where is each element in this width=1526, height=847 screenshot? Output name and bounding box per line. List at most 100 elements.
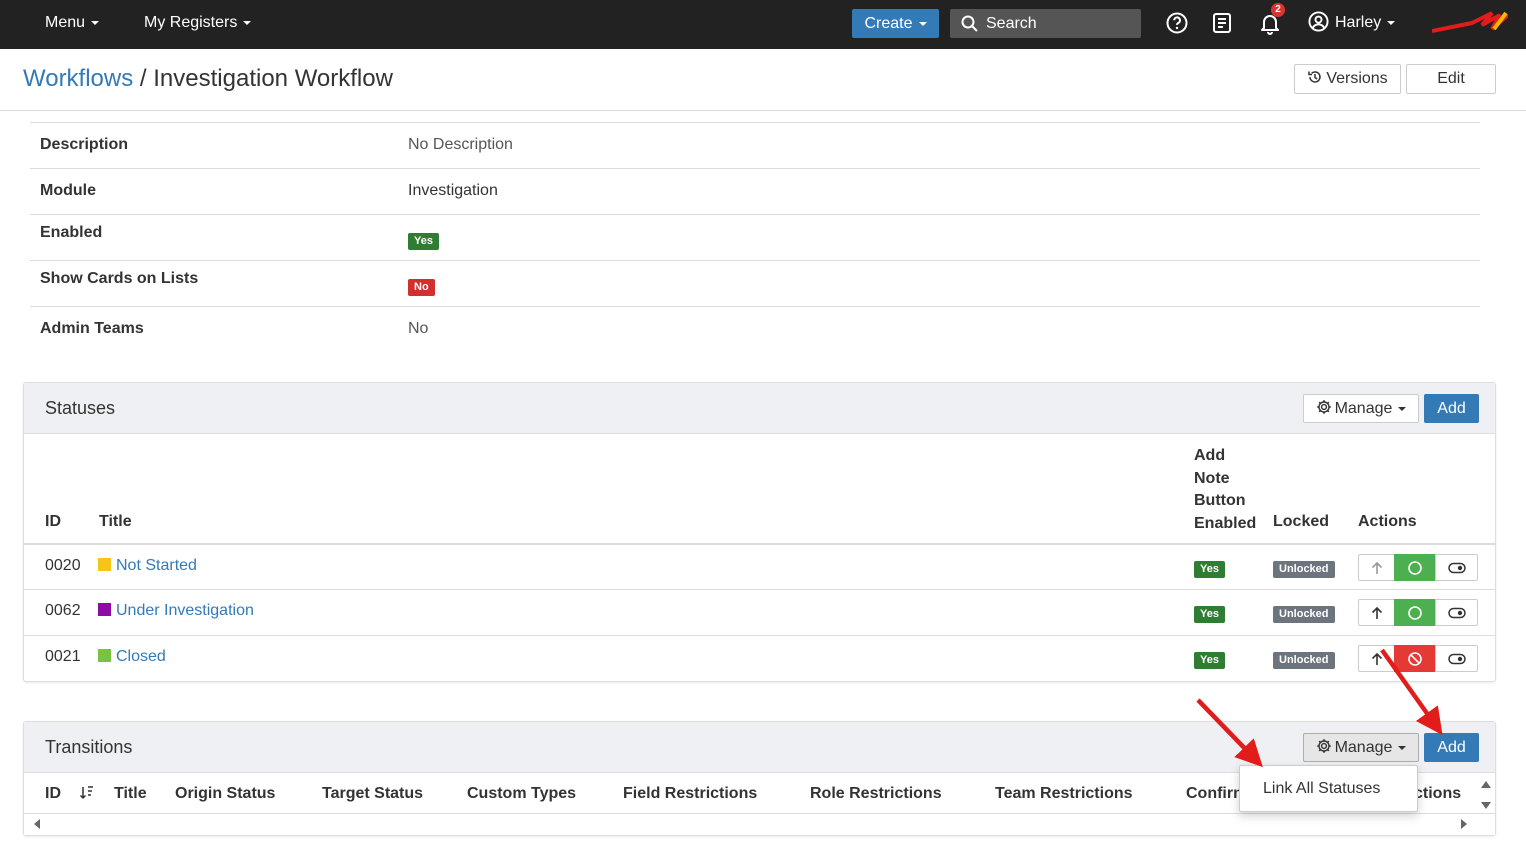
column-header-custom-types[interactable]: Custom Types — [467, 785, 576, 803]
user-menu[interactable]: Harley — [1308, 0, 1396, 45]
column-header-origin-status[interactable]: Origin Status — [175, 785, 275, 803]
header-line: Button — [1194, 492, 1246, 509]
table-row: 0062 Under Investigation Yes Unlocked — [24, 589, 1495, 635]
transitions-title: Transitions — [45, 737, 133, 757]
column-header-target-status[interactable]: Target Status — [322, 785, 423, 803]
header-line: Add — [1194, 447, 1226, 464]
state-toggle-button[interactable] — [1394, 599, 1436, 626]
visibility-toggle-button[interactable] — [1435, 645, 1478, 672]
detail-row-module: Module Investigation — [30, 168, 1480, 214]
statuses-title: Statuses — [45, 398, 116, 418]
notification-badge: 2 — [1271, 3, 1285, 17]
move-up-button[interactable] — [1358, 645, 1395, 672]
status-title[interactable]: Not Started — [98, 557, 197, 575]
statuses-add-button[interactable]: Add — [1424, 394, 1479, 423]
page-title: Investigation Workflow — [153, 65, 393, 92]
page-header: Workflows / Investigation Workflow Versi… — [0, 49, 1526, 111]
menu-label: Menu — [45, 14, 86, 31]
state-toggle-button[interactable] — [1394, 554, 1436, 581]
history-icon — [1308, 71, 1322, 83]
column-header-confirm[interactable]: Confirn — [1186, 785, 1243, 803]
caret-down-icon — [1387, 20, 1396, 25]
column-header-actions: ctions — [1414, 785, 1462, 802]
visibility-toggle-button[interactable] — [1435, 599, 1478, 626]
add-note-badge: Yes — [1194, 561, 1225, 578]
caret-down-icon — [1398, 745, 1407, 750]
notes-icon[interactable] — [1210, 11, 1234, 35]
header-line: Note — [1194, 469, 1230, 487]
detail-label: Description — [40, 136, 129, 153]
scroll-left-icon[interactable] — [32, 818, 42, 830]
my-registers-dropdown[interactable]: My Registers — [144, 0, 252, 45]
arrow-up-icon — [1371, 606, 1382, 619]
statuses-manage-button[interactable]: Manage — [1303, 394, 1419, 423]
horizontal-scrollbar[interactable] — [24, 813, 1495, 835]
statuses-panel: Statuses Manage Add ID Title Add Note Bu… — [23, 382, 1496, 682]
search-input[interactable]: Search — [950, 9, 1141, 38]
toggle-icon — [1447, 607, 1466, 618]
sort-desc-icon[interactable] — [79, 785, 95, 801]
header-line: Enabled — [1194, 514, 1257, 532]
workflow-details: Description No Description Module Invest… — [30, 122, 1480, 352]
add-label: Add — [1437, 400, 1466, 417]
column-header-title[interactable]: Title — [114, 785, 147, 803]
detail-label: Enabled — [40, 224, 103, 241]
status-title-link[interactable]: Closed — [116, 648, 166, 665]
caret-down-icon — [91, 20, 100, 25]
manage-dropdown-menu: Link All Statuses — [1239, 765, 1418, 812]
move-up-button[interactable] — [1358, 554, 1395, 581]
caret-down-icon — [243, 20, 252, 25]
status-title-link[interactable]: Under Investigation — [116, 602, 254, 619]
status-color-swatch — [98, 602, 111, 616]
edit-button[interactable]: Edit — [1406, 64, 1496, 94]
create-label: Create — [864, 15, 913, 32]
status-id: 0021 — [45, 648, 81, 665]
detail-value: No Description — [408, 136, 513, 153]
menu-dropdown[interactable]: Menu — [45, 0, 100, 45]
detail-value: Investigation — [408, 182, 498, 199]
link-all-statuses-item[interactable]: Link All Statuses — [1263, 780, 1380, 797]
transitions-add-button[interactable]: Add — [1424, 733, 1479, 762]
circle-icon — [1408, 560, 1422, 575]
arrow-up-icon — [1371, 561, 1382, 574]
column-header-title[interactable]: Title — [99, 513, 132, 531]
detail-label: Show Cards on Lists — [40, 270, 199, 287]
detail-row-description: Description No Description — [30, 122, 1480, 168]
status-title[interactable]: Closed — [98, 648, 166, 666]
column-header-locked[interactable]: Locked — [1273, 513, 1329, 531]
versions-label: Versions — [1326, 70, 1388, 87]
detail-row-show-cards: Show Cards on Lists No — [30, 260, 1480, 306]
status-color-swatch — [98, 557, 111, 571]
state-toggle-button[interactable] — [1394, 645, 1436, 672]
column-header-add-note-button-enabled[interactable]: Add Note Button Enabled — [1194, 445, 1256, 535]
move-up-button[interactable] — [1358, 599, 1395, 626]
top-navbar: Menu My Registers Create Search 2 Harley — [0, 0, 1526, 49]
detail-row-enabled: Enabled Yes — [30, 214, 1480, 260]
locked-badge: Unlocked — [1273, 652, 1335, 669]
status-actions — [1358, 599, 1478, 626]
status-title[interactable]: Under Investigation — [98, 602, 254, 620]
column-header-role-restrictions[interactable]: Role Restrictions — [810, 785, 942, 803]
help-icon[interactable] — [1165, 11, 1189, 35]
column-header-team-restrictions[interactable]: Team Restrictions — [995, 785, 1133, 803]
transitions-manage-button[interactable]: Manage — [1303, 733, 1419, 762]
create-button[interactable]: Create — [852, 9, 939, 38]
enabled-badge: Yes — [408, 233, 439, 250]
add-label: Add — [1437, 739, 1466, 756]
status-id: 0062 — [45, 602, 81, 619]
column-header-id[interactable]: ID — [45, 785, 61, 803]
search-icon — [961, 15, 978, 32]
status-actions — [1358, 554, 1478, 581]
versions-button[interactable]: Versions — [1294, 64, 1401, 94]
vertical-scrollbar[interactable] — [1479, 777, 1493, 813]
column-header-field-restrictions[interactable]: Field Restrictions — [623, 785, 757, 803]
gear-icon — [1316, 739, 1331, 754]
show-cards-badge: No — [408, 279, 435, 296]
status-title-link[interactable]: Not Started — [116, 557, 197, 574]
table-row: 0021 Closed Yes Unlocked — [24, 635, 1495, 681]
column-header-id[interactable]: ID — [45, 513, 61, 531]
brand-logo[interactable] — [1432, 11, 1508, 37]
breadcrumb-workflows-link[interactable]: Workflows — [23, 65, 133, 92]
scroll-right-icon[interactable] — [1459, 818, 1469, 830]
visibility-toggle-button[interactable] — [1435, 554, 1478, 581]
